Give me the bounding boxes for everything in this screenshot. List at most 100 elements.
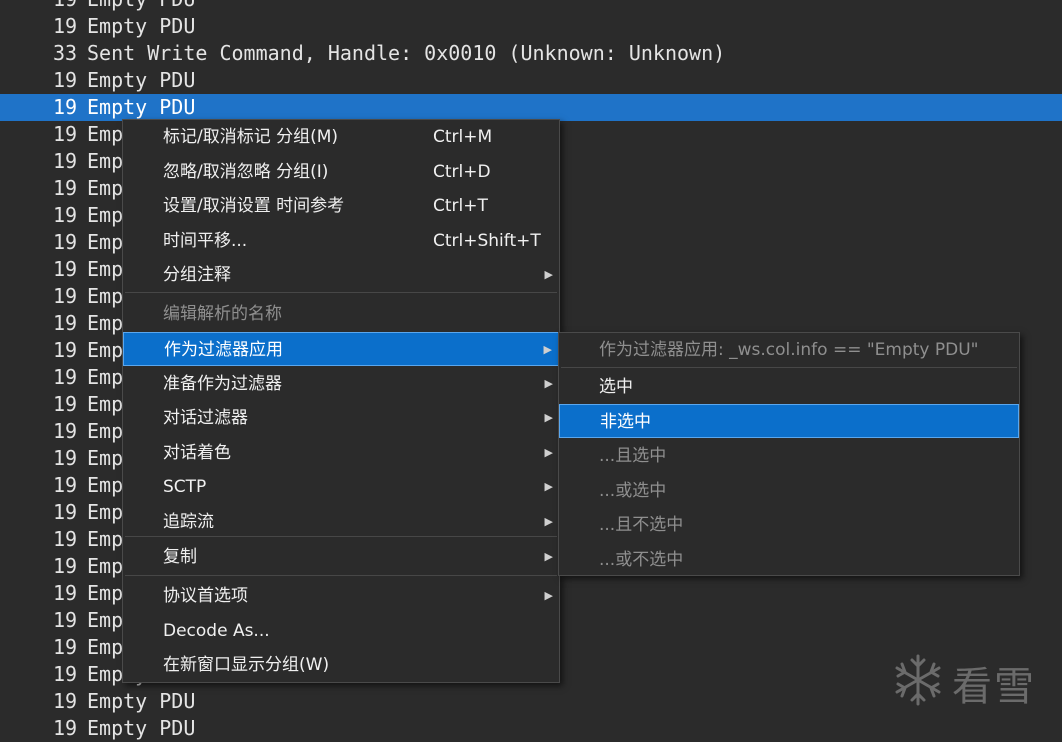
packet-info: Empty PDU [87,0,195,13]
menu-item-label: 编辑解析的名称 [163,304,282,324]
packet-length: 19 [53,0,77,13]
snowflake-icon [895,654,941,706]
packet-length: 19 [53,68,78,92]
packet-row[interactable]: 19 Empty PDU [0,0,1062,13]
packet-length: 19 [53,14,78,38]
menu-item-time-shift[interactable]: 时间平移... Ctrl+Shift+T [123,224,559,258]
menu-item-sctp[interactable]: SCTP ▶ [123,470,559,504]
menu-item-edit-resolved-name: 编辑解析的名称 [123,297,559,331]
menu-separator [125,575,557,576]
packet-length: 19 [53,689,78,713]
apply-as-filter-submenu: 作为过滤器应用: _ws.col.info == "Empty PDU" 选中非选… [558,332,1020,576]
menu-item-label: 协议首选项 [163,586,248,606]
menu-item-mark-packet[interactable]: 标记/取消标记 分组(M) Ctrl+M [123,120,559,154]
submenu-arrow-icon: ▶ [544,411,553,424]
menu-item-label: 设置/取消设置 时间参考 [163,196,345,216]
menu-item-label: SCTP [163,477,207,497]
menu-item-ignore-packet[interactable]: 忽略/取消忽略 分组(I) Ctrl+D [123,155,559,189]
watermark: 看雪 [890,650,1050,710]
submenu-item-label: ...或不选中 [599,550,684,570]
packet-row[interactable]: 33 Sent Write Command, Handle: 0x0010 (Un… [0,40,1062,67]
packet-length: 19 [53,473,78,497]
menu-separator [125,536,557,537]
menu-separator [125,292,557,293]
submenu-item-or-selected: ...或选中 [559,474,1019,508]
menu-item-label: 复制 [163,547,197,567]
packet-length: 19 [53,284,78,308]
submenu-item-and-selected: ...且选中 [559,439,1019,473]
menu-item-shortcut: Ctrl+Shift+T [433,230,541,251]
packet-length: 19 [53,338,78,362]
menu-item-label: 作为过滤器应用 [164,340,283,360]
menu-item-conversation-filter[interactable]: 对话过滤器 ▶ [123,401,559,435]
packet-info: Empty PDU [87,689,196,713]
watermark-text: 看雪 [952,664,1036,710]
menu-item-decode-as[interactable]: Decode As... [123,614,559,648]
submenu-item-not-selected[interactable]: 非选中 [559,404,1019,438]
packet-info: Empty PDU [87,716,196,740]
packet-length: 19 [53,392,78,416]
submenu-arrow-icon: ▶ [544,377,553,390]
packet-length: 19 [53,662,78,686]
packet-length: 19 [53,149,78,173]
submenu-arrow-icon: ▶ [544,550,553,563]
submenu-item-selected[interactable]: 选中 [559,370,1019,404]
submenu-item-label: 作为过滤器应用: _ws.col.info == "Empty PDU" [599,340,979,360]
submenu-arrow-icon: ▶ [543,343,552,356]
menu-item-packet-comment[interactable]: 分组注释 ▶ [123,258,559,292]
packet-length: 33 [53,41,78,65]
menu-item-label: 分组注释 [163,265,231,285]
packet-row[interactable]: 19 Empty PDU [0,13,1062,40]
submenu-item-or-not-selected: ...或不选中 [559,543,1019,577]
submenu-arrow-icon: ▶ [544,515,553,528]
submenu-item-label: 选中 [599,377,633,397]
menu-item-apply-as-filter[interactable]: 作为过滤器应用 ▶ [123,332,559,366]
packet-length: 19 [53,176,78,200]
menu-item-prepare-as-filter[interactable]: 准备作为过滤器 ▶ [123,367,559,401]
submenu-item-apply-filter-header: 作为过滤器应用: _ws.col.info == "Empty PDU" [559,333,1019,367]
packet-info: Empty PDU [87,95,196,119]
submenu-item-label: 非选中 [600,412,651,432]
packet-row[interactable]: 19 Empty PDU [0,67,1062,94]
submenu-separator [561,367,1017,368]
menu-item-label: 对话着色 [163,443,231,463]
menu-item-colorize-conversation[interactable]: 对话着色 ▶ [123,436,559,470]
packet-length: 19 [53,95,78,119]
menu-item-shortcut: Ctrl+M [433,127,493,147]
packet-length: 19 [53,122,78,146]
menu-item-protocol-preferences[interactable]: 协议首选项 ▶ [123,579,559,613]
menu-item-label: 标记/取消标记 分组(M) [163,127,339,147]
packet-info: Empty PDU [87,68,196,92]
submenu-arrow-icon: ▶ [544,446,553,459]
menu-item-label: 对话过滤器 [163,408,248,428]
menu-item-show-packet-new-window[interactable]: 在新窗口显示分组(W) [123,648,559,682]
submenu-arrow-icon: ▶ [544,268,553,281]
packet-row[interactable]: 19 Empty PDU [0,715,1062,742]
packet-length: 19 [53,203,78,227]
packet-length: 19 [53,500,78,524]
packet-length: 19 [53,311,78,335]
packet-length: 19 [53,365,78,389]
menu-item-label: Decode As... [163,621,270,641]
packet-info: Sent Write Command, Handle: 0x0010 (Unkn… [87,41,726,65]
menu-item-copy[interactable]: 复制 ▶ [123,540,559,574]
menu-item-shortcut: Ctrl+D [433,161,491,182]
packet-length: 19 [53,635,78,659]
packet-length: 19 [53,554,78,578]
context-menu: 标记/取消标记 分组(M) Ctrl+M 忽略/取消忽略 分组(I) Ctrl+D 设置… [122,119,560,683]
menu-item-label: 追踪流 [163,512,214,532]
menu-item-label: 忽略/取消忽略 分组(I) [163,161,329,182]
menu-item-follow-stream[interactable]: 追踪流 ▶ [123,505,559,539]
submenu-item-and-not-selected: ...且不选中 [559,508,1019,542]
packet-info: Empty PDU [87,14,196,38]
menu-item-label: 在新窗口显示分组(W) [163,655,330,675]
packet-row[interactable]: 19 Empty PDU [0,94,1062,121]
menu-item-set-time-reference[interactable]: 设置/取消设置 时间参考 Ctrl+T [123,189,559,223]
menu-item-shortcut: Ctrl+T [433,196,488,216]
submenu-item-label: ...或选中 [599,481,667,501]
packet-length: 19 [53,608,78,632]
submenu-arrow-icon: ▶ [544,480,553,493]
packet-length: 19 [53,446,78,470]
packet-length: 19 [53,230,78,254]
submenu-arrow-icon: ▶ [544,589,553,602]
